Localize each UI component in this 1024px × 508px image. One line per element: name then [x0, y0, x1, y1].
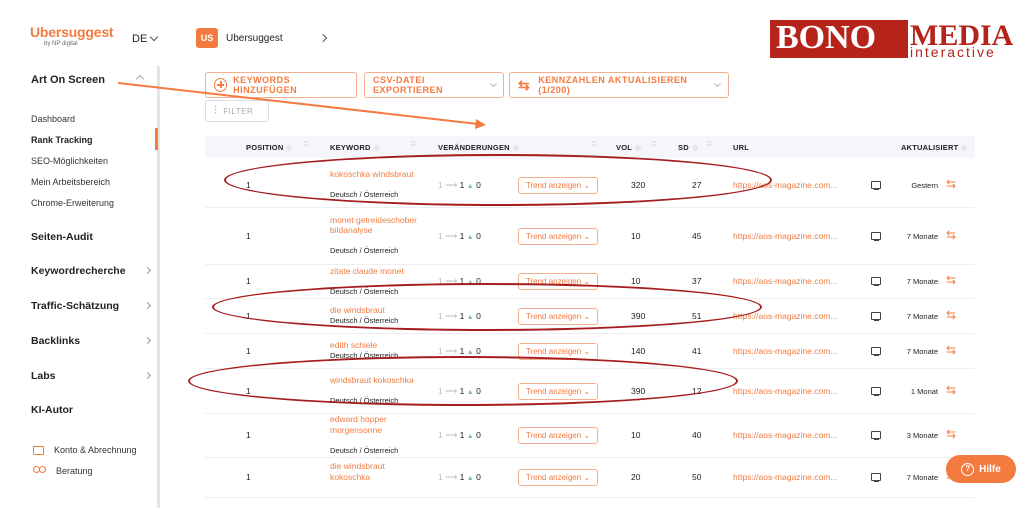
question-icon: ? — [961, 462, 975, 476]
help-label: Hilfe — [979, 463, 1001, 475]
help-button[interactable]: ? Hilfe — [946, 455, 1016, 483]
annotation-arrow — [117, 82, 486, 129]
